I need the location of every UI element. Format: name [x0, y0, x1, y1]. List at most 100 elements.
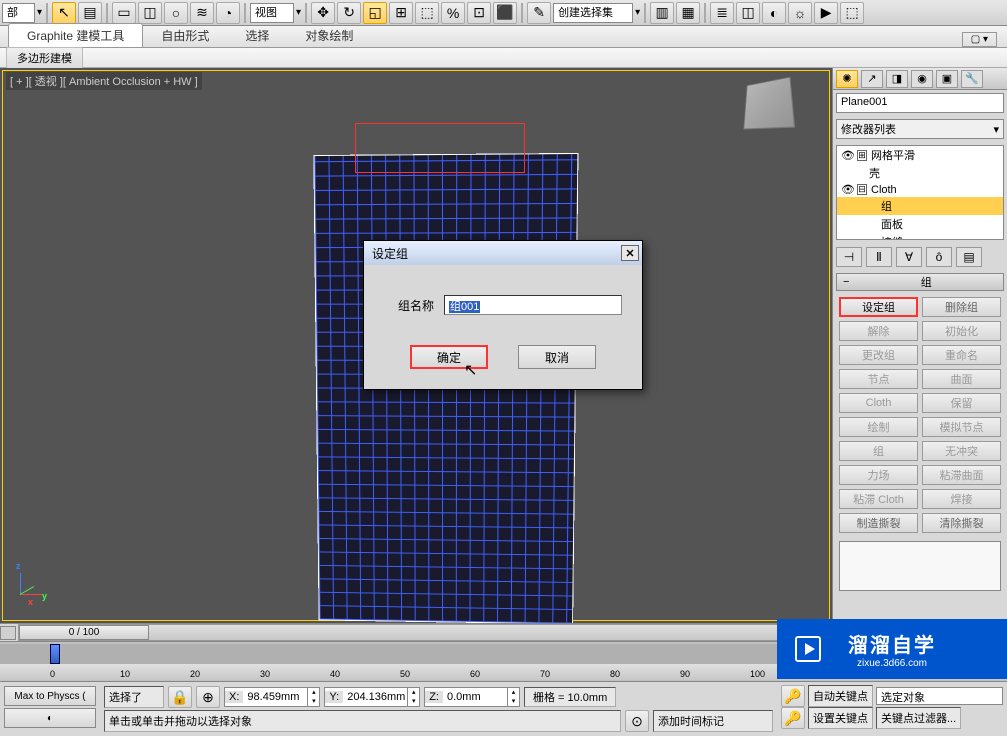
maxscript-button[interactable]: Max to Physcs ( — [4, 686, 96, 706]
surface-button[interactable]: 曲面 — [922, 369, 1001, 389]
pin-stack-icon[interactable]: ⊣ — [836, 247, 862, 267]
abs-icon[interactable]: ⊕ — [196, 686, 220, 708]
utility-tab-icon[interactable]: 🔧 — [961, 70, 983, 88]
keep-button[interactable]: 保留 — [922, 393, 1001, 413]
x-coord[interactable]: X:98.459mm▴▾ — [224, 687, 320, 707]
mirror-icon[interactable]: ▥ — [650, 2, 674, 24]
mod-seam[interactable]: 接缝 — [837, 233, 1003, 240]
rotate-tool-icon[interactable]: ↻ — [337, 2, 361, 24]
tab-graphite[interactable]: Graphite 建模工具 — [8, 23, 143, 47]
time-prev-icon[interactable] — [0, 626, 16, 640]
create-tab-icon[interactable]: ✺ — [836, 70, 858, 88]
make-unique-icon[interactable]: ∀ — [896, 247, 922, 267]
close-icon[interactable]: ✕ — [621, 245, 639, 261]
ok-button[interactable]: 确定 — [410, 345, 488, 369]
object-name-field[interactable]: Plane001 — [836, 93, 1004, 113]
filter-dropdown[interactable]: 部 — [2, 3, 35, 23]
selobj-field[interactable]: 选定对象 — [876, 687, 1003, 705]
schematic-icon[interactable]: ◫ — [736, 2, 760, 24]
mod-shell[interactable]: 壳 — [837, 164, 1003, 182]
timetag-icon[interactable]: ⊙ — [625, 710, 649, 732]
rename-button[interactable]: 重命名 — [922, 345, 1001, 365]
window-select-icon[interactable]: ◫ — [138, 2, 162, 24]
keyfilter-button[interactable]: 关键点过滤器... — [876, 707, 961, 729]
draw-button[interactable]: 绘制 — [839, 417, 918, 437]
configure-icon[interactable]: ▤ — [956, 247, 982, 267]
select-tool-icon[interactable]: ↖ — [52, 2, 76, 24]
modify-tab-icon[interactable]: ↗ — [861, 70, 883, 88]
del-group-button[interactable]: 删除组 — [922, 297, 1001, 317]
show-result-icon[interactable]: Ⅱ — [866, 247, 892, 267]
tool4-icon[interactable]: ⊞ — [389, 2, 413, 24]
rect-select-icon[interactable]: ▭ — [112, 2, 136, 24]
mod-meshsmooth[interactable]: 👁⊞网格平滑 — [837, 146, 1003, 164]
noconflict-button[interactable]: 无冲突 — [922, 441, 1001, 461]
key-icon[interactable]: 🔑 — [781, 685, 805, 707]
track-marker[interactable] — [50, 644, 60, 664]
motion-tab-icon[interactable]: ◉ — [911, 70, 933, 88]
unassign-button[interactable]: 解除 — [839, 321, 918, 341]
cancel-button[interactable]: 取消 — [518, 345, 596, 369]
tab-objpaint[interactable]: 对象绘制 — [287, 24, 371, 47]
weld-button[interactable]: 焊接 — [922, 489, 1001, 509]
node-button[interactable]: 节点 — [839, 369, 918, 389]
timetag-label[interactable]: 添加时间标记 — [653, 710, 773, 732]
tab-select[interactable]: 选择 — [227, 24, 287, 47]
simnode-button[interactable]: 模拟节点 — [922, 417, 1001, 437]
force-button[interactable]: 力场 — [839, 465, 918, 485]
circle-select-icon[interactable]: ○ — [164, 2, 188, 24]
render-setup-icon[interactable]: ☼ — [788, 2, 812, 24]
select-name-icon[interactable]: ▤ — [78, 2, 102, 24]
viewport-label[interactable]: [ + ][ 透视 ][ Ambient Occlusion + HW ] — [6, 72, 202, 90]
change-group-button[interactable]: 更改组 — [839, 345, 918, 365]
dialog-titlebar[interactable]: 设定组 ✕ — [364, 241, 642, 265]
lock-icon[interactable]: 🔒 — [168, 686, 192, 708]
lasso-select-icon[interactable]: ◔ — [216, 2, 240, 24]
render-icon[interactable]: ▶ — [814, 2, 838, 24]
setkey-button[interactable]: 设置关键点 — [808, 707, 873, 729]
modifier-list-combo[interactable]: 修改器列表▾ — [836, 119, 1004, 139]
setkey-icon[interactable]: 🔑 — [781, 707, 805, 729]
sticky-cloth-button[interactable]: 粘滞 Cloth — [839, 489, 918, 509]
fence-select-icon[interactable]: ≋ — [190, 2, 214, 24]
group-name-input[interactable]: 组001 — [444, 295, 622, 315]
time-handle[interactable]: 0 / 100 — [19, 625, 149, 640]
align-icon[interactable]: ▦ — [676, 2, 700, 24]
scale-tool-icon[interactable]: ◱ — [363, 2, 387, 24]
make-tear-button[interactable]: 制造撕裂 — [839, 513, 918, 533]
mod-cloth[interactable]: 👁⊟Cloth — [837, 182, 1003, 197]
viewcube[interactable] — [743, 77, 795, 130]
display-tab-icon[interactable]: ▣ — [936, 70, 958, 88]
mat-editor-icon[interactable]: ◐ — [762, 2, 786, 24]
sub-ribbon: 多边形建模 — [0, 48, 1007, 68]
tool5-icon[interactable]: ⬚ — [415, 2, 439, 24]
named-sel-icon[interactable]: ✎ — [527, 2, 551, 24]
init-button[interactable]: 初始化 — [922, 321, 1001, 341]
sticky-surf-button[interactable]: 粘滞曲面 — [922, 465, 1001, 485]
mod-group[interactable]: 组 — [837, 197, 1003, 215]
modifier-stack[interactable]: 👁⊞网格平滑 壳 👁⊟Cloth 组 面板 接缝 — [836, 145, 1004, 240]
tool7-icon[interactable]: ⊡ — [467, 2, 491, 24]
y-coord[interactable]: Y:204.136mm▴▾ — [324, 687, 420, 707]
maxscript-mini[interactable]: ◐ — [4, 708, 96, 728]
ribbon-menu-icon[interactable]: ▢ ▾ — [962, 32, 997, 47]
view-dropdown[interactable]: 视图 — [250, 3, 294, 23]
tool-last-icon[interactable]: ⬚ — [840, 2, 864, 24]
clear-tear-button[interactable]: 清除撕裂 — [922, 513, 1001, 533]
move-tool-icon[interactable]: ✥ — [311, 2, 335, 24]
selection-set-dropdown[interactable]: 创建选择集 — [553, 3, 633, 23]
cloth-button[interactable]: Cloth — [839, 393, 918, 413]
rollout-group-header[interactable]: −组 — [836, 273, 1004, 291]
z-coord[interactable]: Z:0.0mm▴▾ — [424, 687, 520, 707]
polymodel-button[interactable]: 多边形建模 — [6, 47, 83, 69]
set-group-button[interactable]: 设定组 — [839, 297, 918, 317]
layer-icon[interactable]: ≣ — [710, 2, 734, 24]
tool8-icon[interactable]: ⬛ — [493, 2, 517, 24]
hierarchy-tab-icon[interactable]: ◨ — [886, 70, 908, 88]
autokey-button[interactable]: 自动关键点 — [808, 685, 873, 707]
group-button[interactable]: 组 — [839, 441, 918, 461]
tab-freeform[interactable]: 自由形式 — [143, 24, 227, 47]
mod-panel[interactable]: 面板 — [837, 215, 1003, 233]
remove-mod-icon[interactable]: ô — [926, 247, 952, 267]
tool6-icon[interactable]: % — [441, 2, 465, 24]
